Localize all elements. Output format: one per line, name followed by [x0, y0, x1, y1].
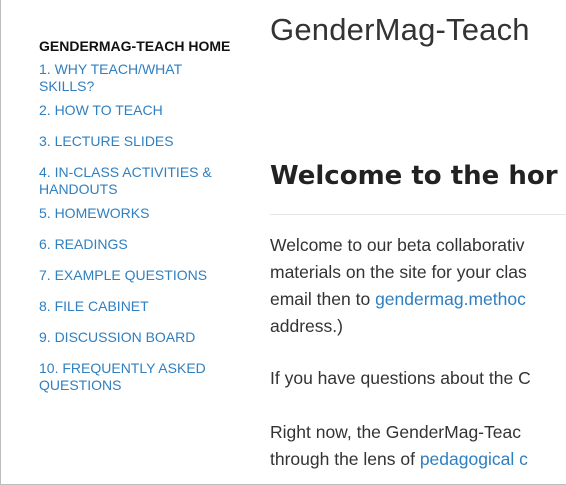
paragraph-text: address.): [270, 316, 343, 336]
sidebar-item-lecture-slides[interactable]: 3. LECTURE SLIDES: [39, 133, 239, 150]
sidebar-home-link[interactable]: GENDERMAG-TEACH HOME: [39, 38, 239, 55]
left-border: [0, 0, 1, 485]
sidebar-item-label: 4. IN-CLASS ACTIVITIES &: [39, 164, 212, 180]
paragraph-text: Right now, the GenderMag-Teac: [270, 422, 521, 442]
sidebar-item-label-cont: QUESTIONS: [39, 377, 122, 393]
sidebar-item-homeworks[interactable]: 5. HOMEWORKS: [39, 205, 239, 222]
email-link[interactable]: gendermag.methoc: [375, 289, 526, 309]
paragraph-text: through the lens of: [270, 449, 420, 469]
questions-paragraph: If you have questions about the C: [270, 365, 531, 392]
main-content: GenderMag-Teach Welcome to the hor Welco…: [270, 0, 566, 485]
pedagogical-link[interactable]: pedagogical c: [420, 449, 528, 469]
sidebar-item-label: 10. FREQUENTLY ASKED: [39, 360, 206, 376]
sidebar-item-faq[interactable]: 10. FREQUENTLY ASKED QUESTIONS: [39, 360, 239, 394]
page-frame: GENDERMAG-TEACH HOME 1. WHY TEACH/WHAT S…: [0, 0, 566, 485]
page-heading: Welcome to the hor: [270, 161, 558, 191]
sidebar-nav: GENDERMAG-TEACH HOME 1. WHY TEACH/WHAT S…: [39, 38, 239, 394]
sidebar-item-label-cont: SKILLS?: [39, 78, 95, 94]
sidebar-item-example-questions[interactable]: 7. EXAMPLE QUESTIONS: [39, 267, 239, 284]
sidebar-item-how-to-teach[interactable]: 2. HOW TO TEACH: [39, 102, 239, 119]
welcome-paragraph: Welcome to our beta collaborativ materia…: [270, 232, 527, 340]
paragraph-text: Welcome to our beta collaborativ: [270, 235, 525, 255]
paragraph-text: materials on the site for your clas: [270, 262, 527, 282]
sidebar-item-label: 1. WHY TEACH/WHAT: [39, 61, 183, 77]
site-title[interactable]: GenderMag-Teach: [270, 12, 530, 48]
paragraph-text: email then to: [270, 289, 376, 309]
sidebar-item-discussion-board[interactable]: 9. DISCUSSION BOARD: [39, 329, 239, 346]
sidebar-item-label-cont: HANDOUTS: [39, 181, 118, 197]
status-paragraph: Right now, the GenderMag-Teac through th…: [270, 419, 528, 473]
sidebar-item-in-class-activities[interactable]: 4. IN-CLASS ACTIVITIES & HANDOUTS: [39, 164, 239, 198]
paragraph-text: If you have questions about the C: [270, 368, 531, 388]
sidebar-item-file-cabinet[interactable]: 8. FILE CABINET: [39, 298, 239, 315]
sidebar-item-why-teach[interactable]: 1. WHY TEACH/WHAT SKILLS?: [39, 61, 239, 95]
sidebar-item-readings[interactable]: 6. READINGS: [39, 236, 239, 253]
heading-divider: [270, 214, 566, 215]
